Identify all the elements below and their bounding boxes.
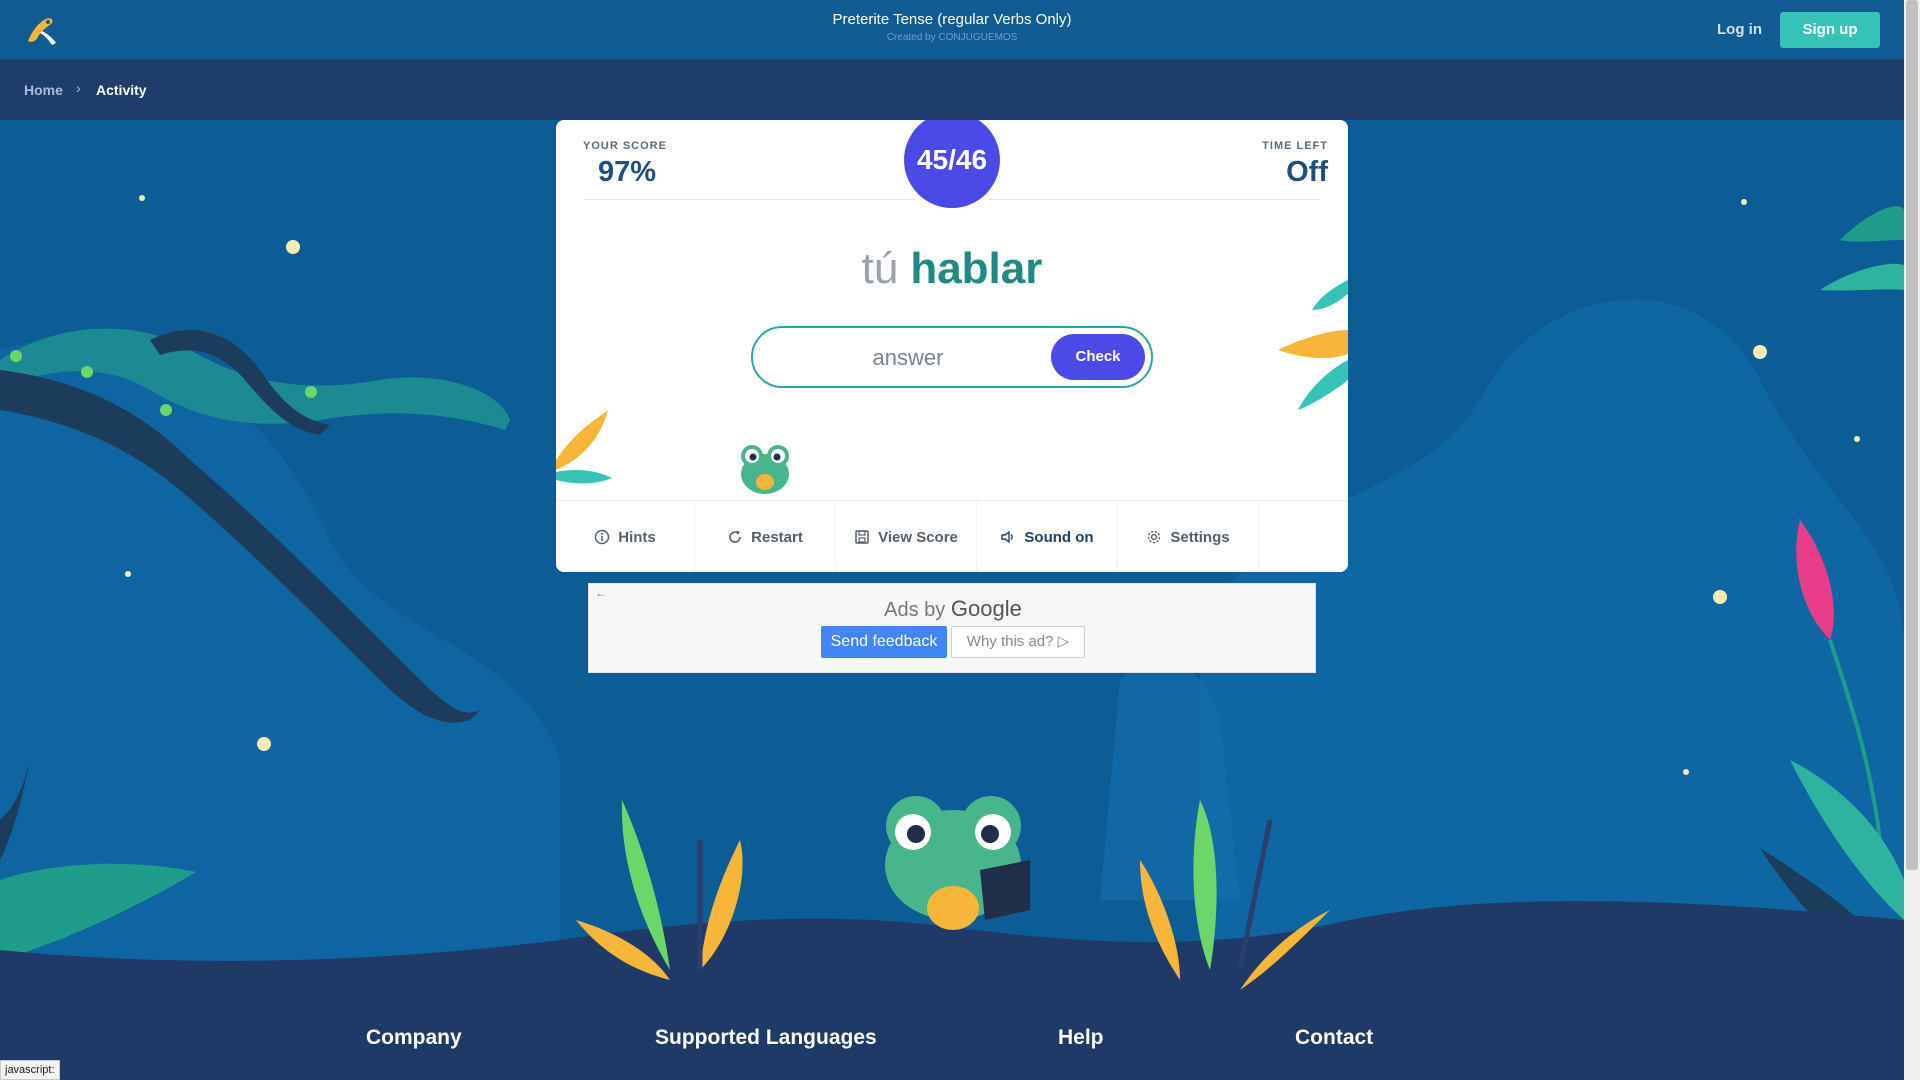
breadcrumb-current: Activity [96, 82, 147, 98]
ads-by-label: Ads by [884, 599, 946, 621]
restart-icon [727, 529, 743, 545]
sound-toggle-button[interactable]: Sound on [977, 501, 1118, 572]
prompt-verb: hablar [910, 244, 1043, 293]
activity-creator: Created by CONJUGUEMOS [886, 32, 1018, 43]
check-button[interactable]: Check [1051, 334, 1145, 380]
footer: Company Supported Languages Help Contact [0, 990, 1904, 1080]
prompt-pronoun: tú [861, 244, 899, 293]
hints-button[interactable]: Hints [556, 501, 695, 572]
speaker-icon [1000, 529, 1016, 545]
why-this-ad-button[interactable]: Why this ad? ▷ [951, 626, 1085, 658]
view-score-label: View Score [878, 528, 958, 546]
login-link[interactable]: Log in [1717, 21, 1762, 38]
view-score-button[interactable]: View Score [836, 501, 977, 572]
footer-heading-help: Help [1058, 1026, 1104, 1049]
google-wordmark: Google [950, 596, 1022, 621]
send-feedback-button[interactable]: Send feedback [821, 626, 947, 658]
activity-title-block: Preterite Tense (regular Verbs Only) Cre… [0, 11, 1904, 43]
info-icon [594, 529, 610, 545]
footer-heading-supported-languages: Supported Languages [655, 1026, 877, 1049]
activity-toolbar: Hints Restart View Score Sound on Settin… [556, 500, 1348, 572]
page-scrollbar-thumb[interactable] [1906, 0, 1918, 870]
answer-field-wrapper: Check [751, 326, 1153, 388]
hints-label: Hints [618, 528, 656, 546]
breadcrumb: Home › Activity [0, 60, 1904, 120]
time-left-value: Off [1286, 156, 1328, 188]
restart-label: Restart [751, 528, 803, 546]
restart-button[interactable]: Restart [695, 501, 836, 572]
score-label: YOUR SCORE [583, 140, 667, 152]
save-icon [854, 529, 870, 545]
breadcrumb-home[interactable]: Home [24, 82, 63, 98]
activity-title: Preterite Tense (regular Verbs Only) [832, 11, 1072, 28]
google-ad-panel: ← Ads by Google Send feedback Why this a… [588, 583, 1316, 673]
chevron-right-icon: › [76, 80, 81, 96]
footer-heading-contact: Contact [1295, 1026, 1374, 1049]
gear-icon [1146, 529, 1162, 545]
footer-heading-company: Company [366, 1026, 462, 1049]
score-value: 97% [598, 156, 657, 188]
frog-mascot-icon [736, 440, 794, 496]
leaf-decoration-left [556, 410, 612, 484]
settings-label: Settings [1170, 528, 1230, 546]
leaf-decoration-right [1278, 280, 1348, 410]
ads-by-google: Ads by Google [589, 596, 1317, 622]
time-left-label: TIME LEFT [1262, 140, 1328, 152]
browser-status-text: javascript: [0, 1060, 60, 1080]
top-navbar: Preterite Tense (regular Verbs Only) Cre… [0, 0, 1904, 60]
answer-input[interactable] [773, 340, 1043, 376]
activity-card: YOUR SCORE 97% TIME LEFT Off 45/46 tú hab… [556, 120, 1348, 572]
signup-button[interactable]: Sign up [1780, 12, 1880, 48]
sound-label: Sound on [1024, 528, 1094, 546]
conjugation-prompt: tú hablar [556, 244, 1348, 294]
settings-button[interactable]: Settings [1118, 501, 1259, 572]
